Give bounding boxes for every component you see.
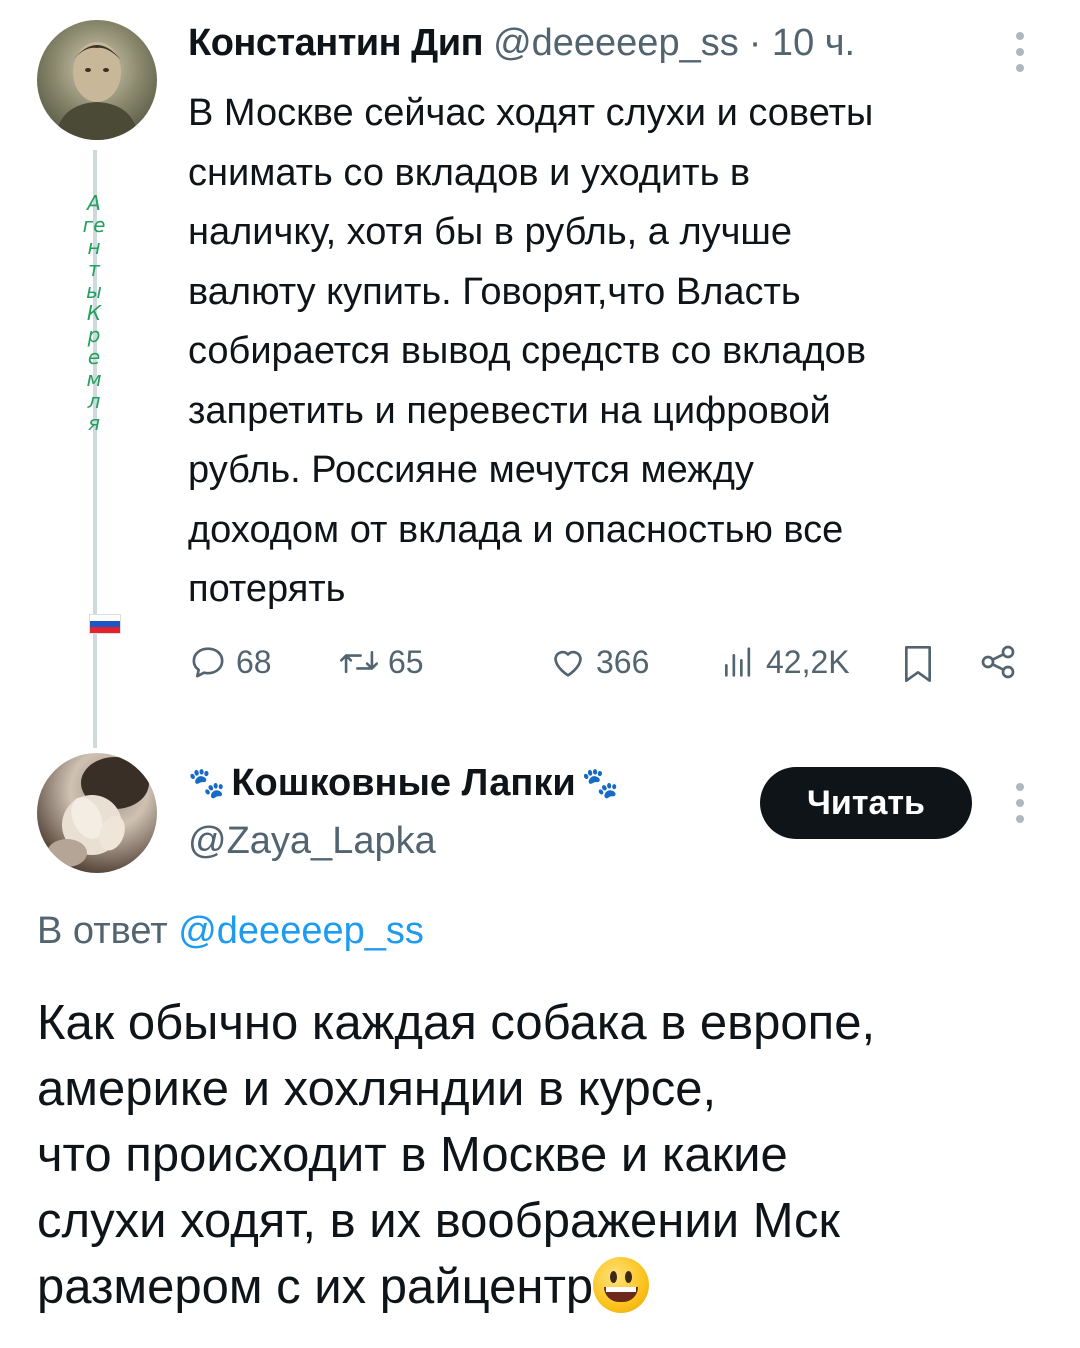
follow-button[interactable]: Читать	[760, 767, 972, 839]
views-button[interactable]: 42,2K	[718, 642, 850, 682]
share-icon	[981, 645, 1015, 679]
author-handle[interactable]: @deeeeep_ss	[493, 22, 739, 65]
portrait-image	[55, 42, 139, 140]
retweet-button[interactable]: 65	[338, 642, 424, 682]
retweet-count: 65	[388, 643, 424, 680]
bookmark-button[interactable]	[898, 642, 938, 686]
paw-prints-icon: 🐾	[188, 767, 226, 800]
reply-text: Как обычно каждая собака в европе, амери…	[37, 996, 876, 1314]
like-icon	[554, 650, 582, 677]
author-name[interactable]: Константин Дип	[188, 22, 484, 65]
like-count: 366	[596, 643, 650, 680]
like-button[interactable]: 366	[548, 642, 649, 682]
bookmark-icon	[905, 646, 931, 683]
share-button[interactable]	[978, 642, 1018, 682]
tweet-actions-bar: 68 65 366 42,2K	[188, 642, 1028, 690]
author-avatar[interactable]	[37, 20, 157, 140]
tweet-time[interactable]: · 10 ч.	[749, 22, 855, 65]
more-options-icon[interactable]	[1015, 783, 1025, 823]
cat-paws-image	[47, 757, 149, 867]
views-icon	[725, 647, 751, 677]
reply-to-line: В ответ @deeeeep_ss	[37, 910, 424, 953]
views-count: 42,2K	[766, 643, 850, 680]
author-bio-vertical: Агенты Кремля	[82, 191, 106, 435]
reply-icon	[192, 647, 224, 678]
more-options-icon[interactable]	[1015, 32, 1025, 72]
retweet-icon	[339, 651, 379, 673]
reply-header: 🐾 Кошковные Лапки 🐾	[188, 762, 619, 805]
reply-author-avatar[interactable]	[37, 753, 157, 873]
paw-prints-icon: 🐾	[581, 767, 620, 800]
reply-to-handle[interactable]: @deeeeep_ss	[178, 910, 424, 952]
reply-text-block: Как обычно каждая собака в европе, амери…	[37, 990, 1057, 1320]
reply-button[interactable]: 68	[188, 642, 272, 682]
reply-author-handle[interactable]: @Zaya_Lapka	[188, 820, 436, 863]
russia-flag-icon	[89, 614, 121, 634]
grinning-face-emoji-icon	[593, 1257, 650, 1313]
reply-to-prefix: В ответ	[37, 910, 168, 952]
reply-count: 68	[236, 643, 272, 680]
reply-author-name[interactable]: Кошковные Лапки	[231, 762, 575, 805]
tweet-header: Константин Дип @deeeeep_ss · 10 ч.	[188, 22, 855, 65]
tweet-text: В Москве сейчас ходят слухи и советы сни…	[188, 92, 874, 610]
